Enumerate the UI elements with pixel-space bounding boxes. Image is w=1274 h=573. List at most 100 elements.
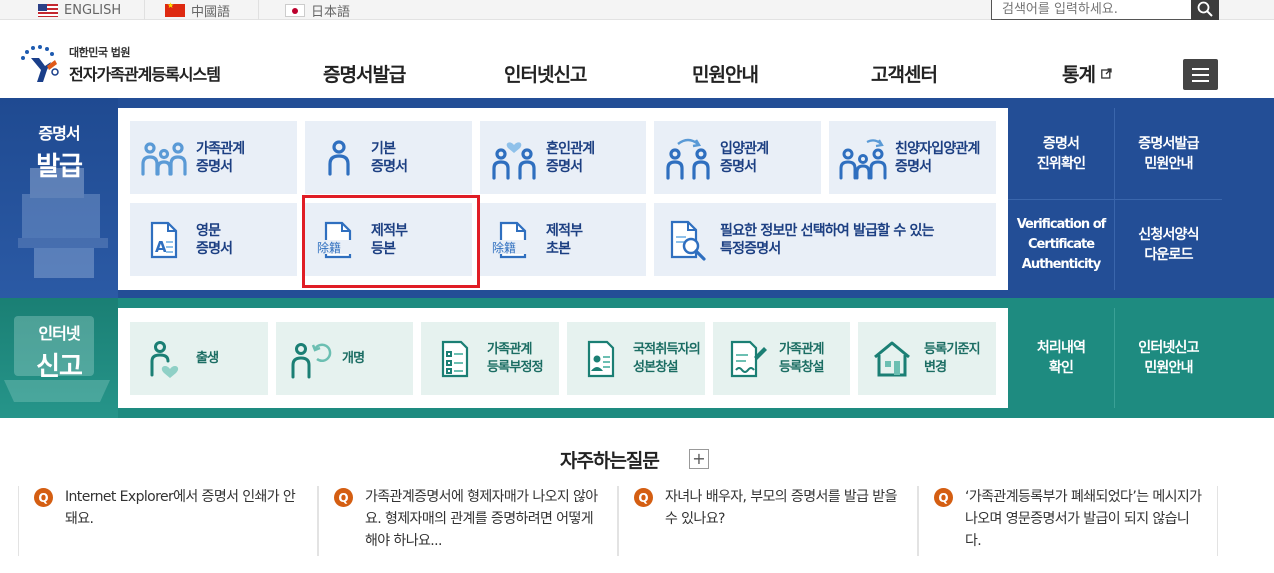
lang-english-label: ENGLISH <box>64 2 122 18</box>
tile-label-line1: 친양자입양관계 <box>895 140 980 157</box>
tile-register-correction-report[interactable]: 가족관계등록부정정 <box>421 322 559 395</box>
faq-item[interactable]: Q Internet Explorer에서 증명서 인쇄가 안돼요. <box>18 486 318 556</box>
faq-question-text: 가족관계증명서에 형제자매가 나오지 않아요. 형제자매의 관계를 증명하려면 … <box>365 489 598 549</box>
hamburger-line <box>1192 73 1209 76</box>
document-search-icon <box>670 220 706 261</box>
lang-chinese-label: 中國語 <box>191 4 231 20</box>
tile-full-adoption-certificate[interactable]: 친양자입양관계 증명서 <box>829 121 996 194</box>
side-label-line2: 민원안내 <box>1144 155 1193 172</box>
application-form-download-button[interactable]: 신청서양식다운로드 <box>1115 200 1222 290</box>
tile-label-line1: 영문 <box>196 222 221 239</box>
tile-label-line1: 국적취득자의 <box>633 341 701 357</box>
report-label-top: 인터넷 <box>38 324 80 343</box>
process-history-check-button[interactable]: 처리내역 확인 <box>1008 308 1115 408</box>
search-icon <box>1197 1 1213 17</box>
question-badge-icon: Q <box>334 488 353 507</box>
china-flag-icon <box>165 1 185 17</box>
side-label-line2: 민원안내 <box>1144 360 1193 376</box>
checklist-document-icon <box>441 340 469 377</box>
us-flag-icon <box>38 3 58 17</box>
tile-label-line2: 변경 <box>924 359 947 375</box>
side-label-line2: 다운로드 <box>1144 247 1193 263</box>
tile-label-line1: 입양관계 <box>720 140 769 157</box>
couple-heart-icon <box>492 141 536 180</box>
family-adoption-icon <box>839 138 887 179</box>
lang-japanese-label: 日本語 <box>311 4 351 20</box>
tile-nationality-surname-creation[interactable]: 국적취득자의 성본창설 <box>567 322 705 395</box>
tile-label-line2: 특정증명서 <box>720 240 781 257</box>
side-label-line2: Certificate <box>1027 237 1095 252</box>
tile-label-line1: 출생 <box>196 350 219 366</box>
external-link-icon <box>1101 68 1112 79</box>
tile-marriage-certificate[interactable]: 혼인관계 증명서 <box>480 121 646 194</box>
tile-specific-certificate[interactable]: 필요한 정보만 선택하여 발급할 수 있는 특정증명서 <box>654 203 996 276</box>
tile-label-line1: 제적부 <box>546 222 583 239</box>
report-civil-guide-button[interactable]: 인터넷신고 민원안내 <box>1115 308 1222 408</box>
faq-item[interactable]: Q ‘가족관계등록부가 폐쇄되었다’는 메시지가 나오며 영문증명서가 발급이 … <box>918 486 1218 556</box>
tile-label-line1: 혼인관계 <box>546 140 595 157</box>
hamburger-line <box>1192 67 1209 70</box>
tile-label-line2: 등록창설 <box>779 359 824 375</box>
tile-english-certificate[interactable]: A 영문 증명서 <box>130 203 297 276</box>
tile-label-line1: 개명 <box>342 350 365 366</box>
tile-basic-certificate[interactable]: 기본 증명서 <box>305 121 472 194</box>
side-label-line1: 증명서 <box>1042 135 1080 152</box>
birth-heart-icon <box>150 340 179 378</box>
faq-item[interactable]: Q 자녀나 배우자, 부모의 증명서를 발급 받을 수 있나요? <box>618 486 918 556</box>
tile-label-line2: 증명서 <box>196 158 233 175</box>
removed-register-document-icon: 除籍 <box>491 221 537 258</box>
tile-label-line1: 가족관계 <box>196 140 245 157</box>
nav-statistics[interactable]: 통계 <box>1062 60 1112 87</box>
side-label-line2: 확인 <box>1048 360 1074 376</box>
search-input[interactable] <box>991 0 1191 20</box>
hanja-label: 除籍 <box>492 240 516 255</box>
certificate-authenticity-check-button[interactable]: 증명서 진위확인 <box>1008 108 1115 200</box>
nav-certificate[interactable]: 증명서발급 <box>323 60 406 87</box>
faq-question-text: Internet Explorer에서 증명서 인쇄가 안돼요. <box>65 489 296 527</box>
faq-title: 자주하는질문 <box>560 450 660 472</box>
lang-english-link[interactable]: ENGLISH <box>0 0 143 20</box>
faq-more-button[interactable]: + <box>689 449 709 469</box>
lang-chinese-link[interactable]: 中國語 <box>144 0 252 20</box>
site-logo[interactable]: 대한민국 법원 전자가족관계등록시스템 <box>17 42 221 86</box>
nav-statistics-label: 통계 <box>1062 64 1096 86</box>
adoption-people-icon <box>666 138 710 180</box>
english-document-icon: A <box>150 221 178 258</box>
tile-label-line1: 가족관계 <box>487 341 532 357</box>
faq-question-text: 자녀나 배우자, 부모의 증명서를 발급 받을 수 있나요? <box>665 489 897 527</box>
search-button[interactable] <box>1191 0 1219 20</box>
lang-japanese-link[interactable]: 日本語 <box>258 0 372 20</box>
house-icon <box>874 341 910 376</box>
id-document-icon <box>587 340 615 377</box>
tile-register-creation-report[interactable]: 가족관계 등록창설 <box>713 322 850 395</box>
tile-label-line2: 증명서 <box>371 158 408 175</box>
tile-removed-register-abstract[interactable]: 除籍 제적부 초본 <box>480 203 646 276</box>
tile-label-line2: 등록부정정 <box>487 359 544 375</box>
tile-label-line2: 증명서 <box>720 158 757 175</box>
hamburger-menu-button[interactable] <box>1183 59 1218 90</box>
tile-name-change-report[interactable]: 개명 <box>276 322 413 395</box>
tile-registration-base-change[interactable]: 등록기준지 변경 <box>858 322 996 395</box>
nav-customer-center[interactable]: 고객센터 <box>871 60 938 87</box>
person-icon <box>328 139 350 176</box>
hamburger-line <box>1192 79 1209 82</box>
name-change-icon <box>291 342 332 378</box>
tile-family-relation-certificate[interactable]: 가족관계 증명서 <box>130 121 297 194</box>
nav-report[interactable]: 인터넷신고 <box>504 60 587 87</box>
certificate-label-bottom: 발급 <box>36 152 83 182</box>
japan-flag-icon <box>285 3 305 17</box>
tile-birth-report[interactable]: 출생 <box>130 322 268 395</box>
selection-highlight-box <box>302 195 480 288</box>
verification-of-certificate-button[interactable]: Verification of Certificate Authenticity <box>1008 200 1115 290</box>
side-label-line1: 증명서발급 <box>1138 135 1199 152</box>
logo-system-name: 전자가족관계등록시스템 <box>69 64 221 84</box>
tile-label-line1: 기본 <box>371 140 396 157</box>
tile-label-line2: 초본 <box>546 240 571 257</box>
write-document-icon <box>730 340 767 377</box>
side-label-line1: 신청서양식 <box>1138 227 1199 243</box>
nav-civil-guide[interactable]: 민원안내 <box>692 60 759 87</box>
tile-adoption-certificate[interactable]: 입양관계 증명서 <box>654 121 821 194</box>
certificate-civil-guide-button[interactable]: 증명서발급민원안내 <box>1115 108 1222 200</box>
faq-item[interactable]: Q 가족관계증명서에 형제자매가 나오지 않아요. 형제자매의 관계를 증명하려… <box>318 486 618 556</box>
side-label-line3: Authenticity <box>1021 257 1101 272</box>
